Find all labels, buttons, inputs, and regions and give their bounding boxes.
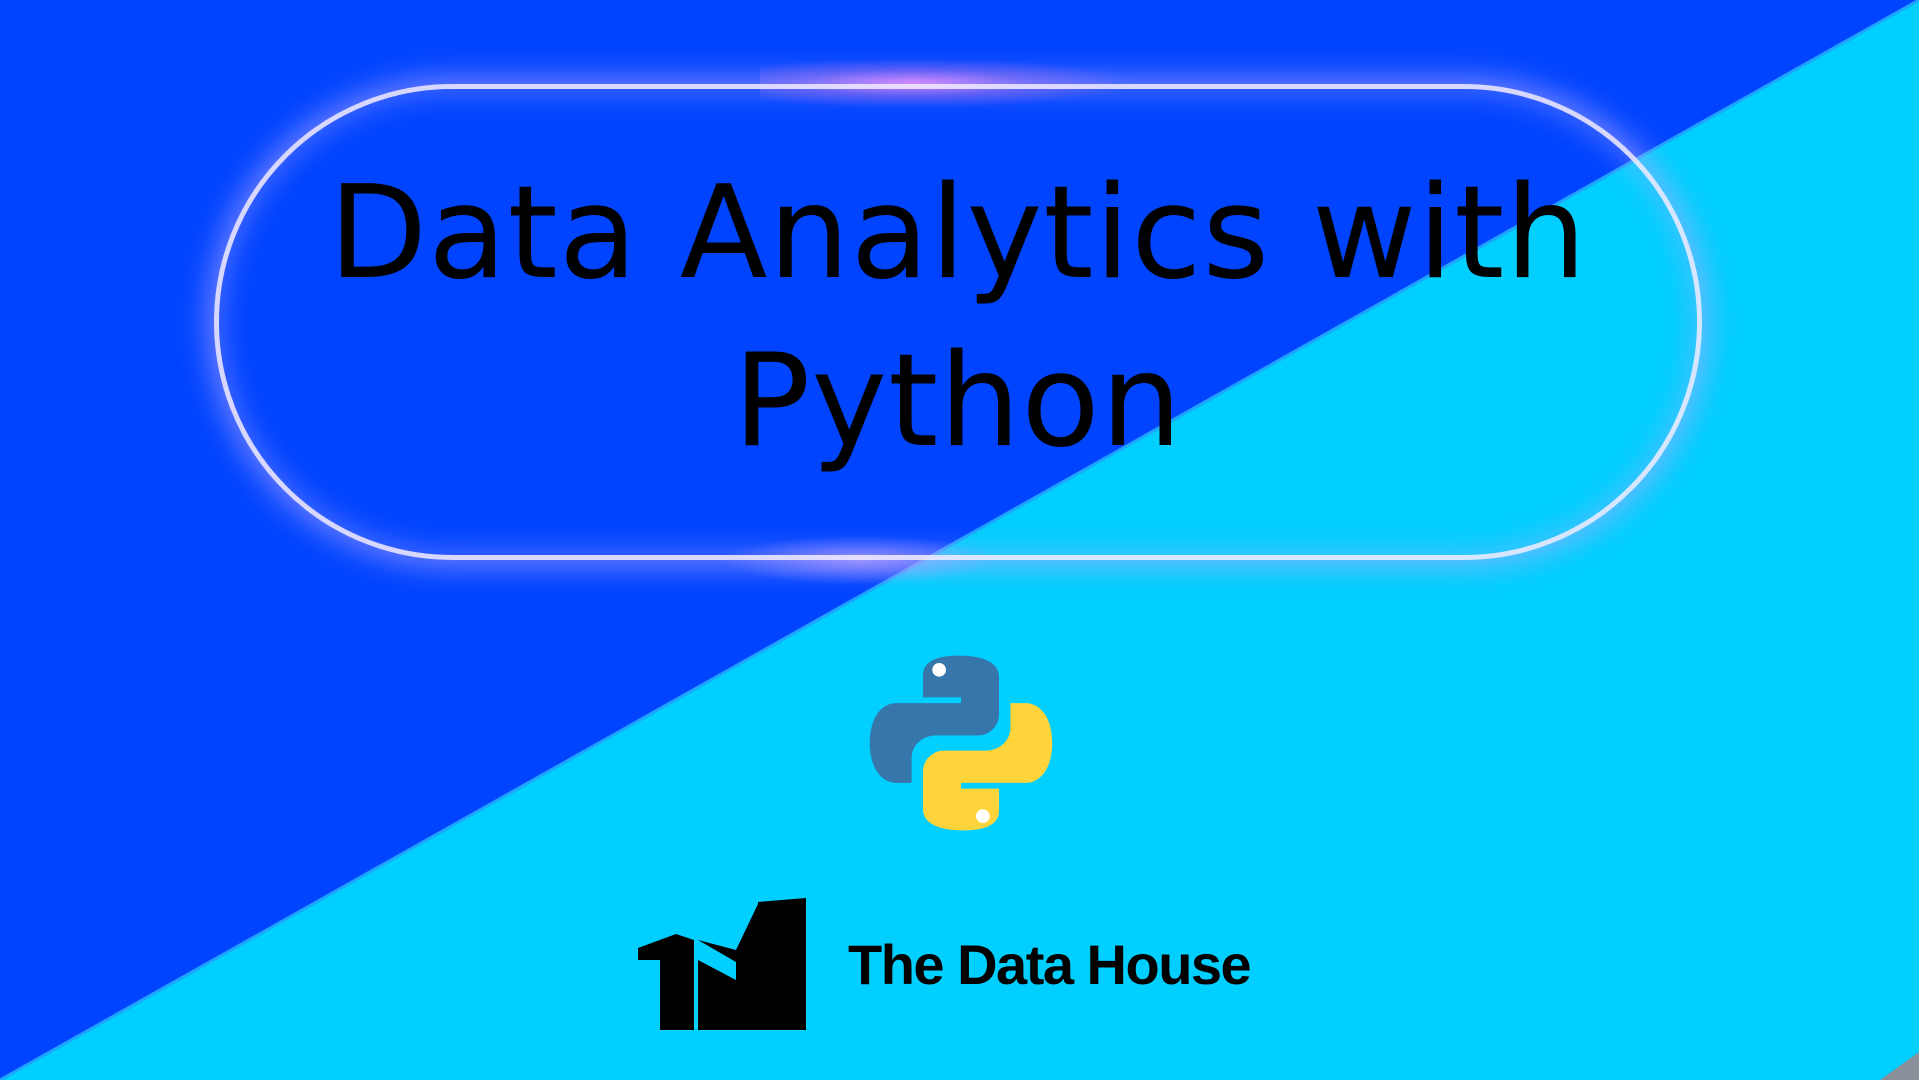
title-line-1: Data Analytics with — [328, 159, 1588, 308]
page-title: Data Analytics with Python — [214, 150, 1702, 486]
the-data-house-logo-icon — [638, 898, 806, 1030]
title-line-2: Python — [733, 327, 1183, 476]
brand-name: The Data House — [848, 933, 1252, 996]
python-logo-icon — [869, 655, 1053, 831]
